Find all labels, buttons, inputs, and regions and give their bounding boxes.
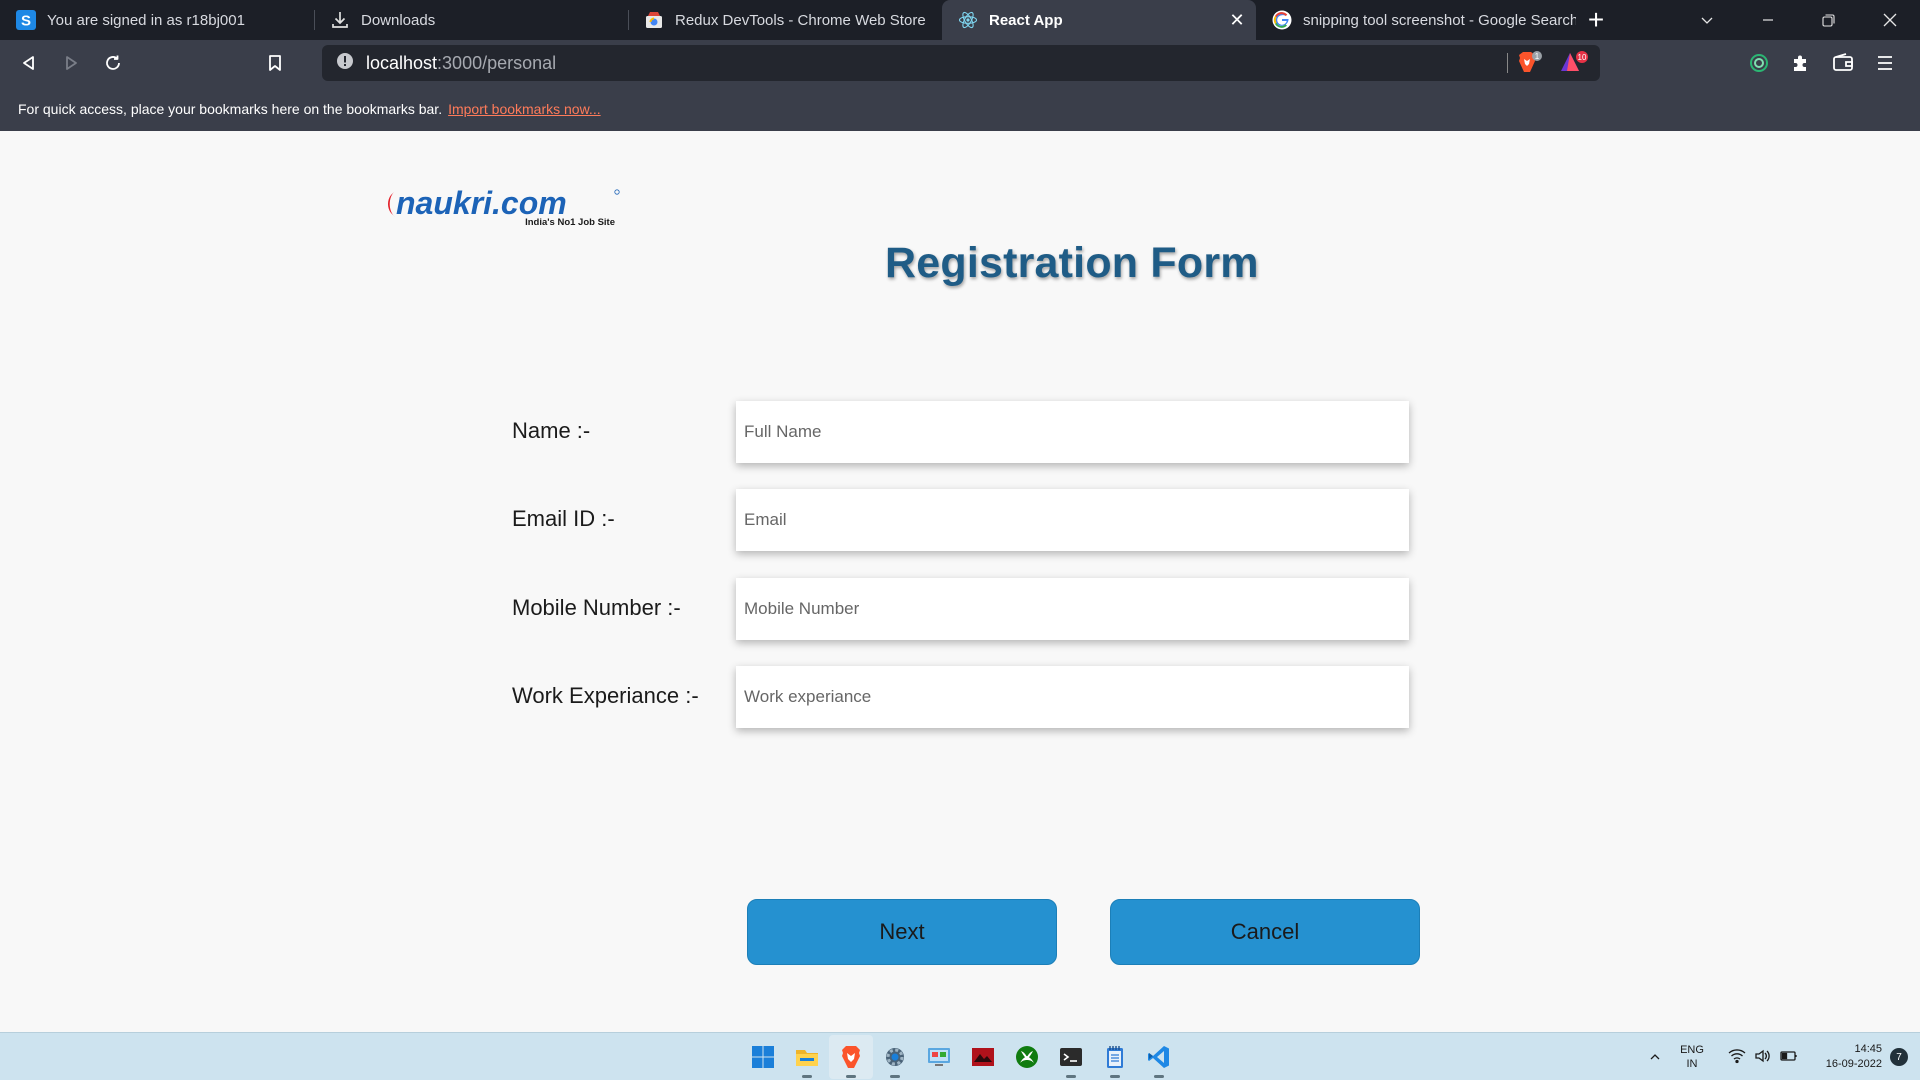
tab-downloads[interactable]: Downloads [314,0,628,40]
naukri-logo: naukri.com India's No1 Job Site [383,185,623,229]
brave-browser-icon[interactable] [829,1035,873,1079]
web-store-icon [644,10,664,30]
taskbar-apps [741,1033,1181,1080]
forward-icon[interactable] [50,45,92,81]
full-name-input[interactable] [736,401,1409,463]
site-info-icon[interactable] [336,52,354,75]
google-icon [1272,10,1292,30]
notification-badge[interactable]: 7 [1890,1048,1908,1066]
reload-icon[interactable] [92,45,134,81]
wifi-icon [1728,1048,1746,1067]
vpn-icon[interactable] [1738,45,1780,81]
next-button[interactable]: Next [747,899,1057,965]
email-row: Email ID :- [512,489,1412,551]
close-tab-icon[interactable]: ✕ [1228,11,1246,29]
xbox-icon[interactable] [1005,1035,1049,1079]
tab-redux-devtools[interactable]: Redux DevTools - Chrome Web Store [628,0,942,40]
language-indicator[interactable]: ENG IN [1670,1043,1714,1071]
close-window-icon[interactable] [1859,0,1920,40]
settings-icon[interactable] [873,1035,917,1079]
file-explorer-icon[interactable] [785,1035,829,1079]
url-path: :3000/personal [437,52,557,73]
download-icon [330,10,350,30]
mobile-number-input[interactable] [736,578,1409,640]
cancel-button[interactable]: Cancel [1110,899,1420,965]
terminal-icon[interactable] [1049,1035,1093,1079]
email-input[interactable] [736,489,1409,551]
page-title: Registration Form [885,239,1259,287]
address-bar[interactable]: localhost:3000/personal 1 10 [322,45,1600,81]
notepad-icon[interactable] [1093,1035,1137,1079]
work-experience-input[interactable] [736,666,1409,728]
battery-icon [1780,1048,1798,1067]
svg-text:S: S [21,13,31,30]
new-tab-button[interactable]: + [1576,0,1616,40]
bookmark-icon[interactable] [254,45,296,81]
brave-rewards-icon[interactable]: 10 [1560,51,1590,80]
clock-time: 14:45 [1854,1043,1882,1055]
menu-hamburger-icon[interactable] [1864,45,1906,81]
tab-title: Downloads [361,11,436,29]
name-row: Name :- [512,401,1412,463]
restore-icon[interactable] [1798,0,1859,40]
tab-strip: S You are signed in as r18bj001 Download… [0,0,1920,40]
react-icon [958,10,978,30]
tab-react-app[interactable]: React App ✕ [942,0,1256,40]
control-panel-icon[interactable] [917,1035,961,1079]
address-divider [1507,53,1508,73]
browser-toolbar: localhost:3000/personal 1 10 [0,40,1920,86]
windows-taskbar: ENG IN 14:45 16-09-2022 7 [0,1032,1920,1080]
page-content: naukri.com India's No1 Job Site Registra… [0,131,1920,1032]
shield-badge: 1 [1535,52,1540,61]
vscode-icon[interactable] [1137,1035,1181,1079]
tab-title: React App [989,11,1063,29]
region-code: IN [1686,1058,1698,1070]
brave-shields-icon[interactable]: 1 [1516,51,1542,80]
experience-row: Work Experiance :- [512,666,1412,728]
tab-title: You are signed in as r18bj001 [47,11,245,29]
logo-tagline: India's No1 Job Site [525,217,615,228]
bookmarks-bar: For quick access, place your bookmarks h… [0,86,1920,131]
system-tray: ENG IN 14:45 16-09-2022 7 [1640,1033,1920,1080]
windows-start-icon[interactable] [741,1035,785,1079]
email-label: Email ID :- [512,506,615,531]
bookmarks-hint: For quick access, place your bookmarks h… [18,100,443,117]
rewards-badge: 10 [1578,53,1587,62]
mobile-label: Mobile Number :- [512,595,681,620]
tab-title: Redux DevTools - Chrome Web Store [675,11,926,29]
toolbar-right-icons [1738,45,1906,81]
logo-wordmark: naukri.com [396,185,567,221]
url-host: localhost [366,52,438,73]
wallet-icon[interactable] [1822,45,1864,81]
tab-title: snipping tool screenshot - Google Search [1303,11,1576,29]
tab-signed-in[interactable]: S You are signed in as r18bj001 [0,0,314,40]
show-hidden-icons-chevron-icon[interactable] [1640,1051,1670,1063]
tab-list-chevron-icon[interactable] [1676,0,1737,40]
clock-date: 16-09-2022 [1825,1058,1882,1070]
window-controls [1676,0,1920,40]
s-app-icon: S [16,10,36,30]
language-code: ENG [1680,1044,1704,1056]
name-label: Name :- [512,418,591,443]
extensions-puzzle-icon[interactable] [1780,45,1822,81]
mobile-row: Mobile Number :- [512,578,1412,640]
back-icon[interactable] [8,45,50,81]
experience-label: Work Experiance :- [512,683,699,708]
tab-google-search[interactable]: snipping tool screenshot - Google Search [1256,0,1576,40]
import-bookmarks-link[interactable]: Import bookmarks now... [448,101,601,117]
volume-icon [1754,1048,1772,1067]
red-app-icon[interactable] [961,1035,1005,1079]
clock[interactable]: 14:45 16-09-2022 [1812,1042,1882,1072]
minimize-icon[interactable] [1737,0,1798,40]
tray-status-icons[interactable] [1728,1048,1798,1067]
